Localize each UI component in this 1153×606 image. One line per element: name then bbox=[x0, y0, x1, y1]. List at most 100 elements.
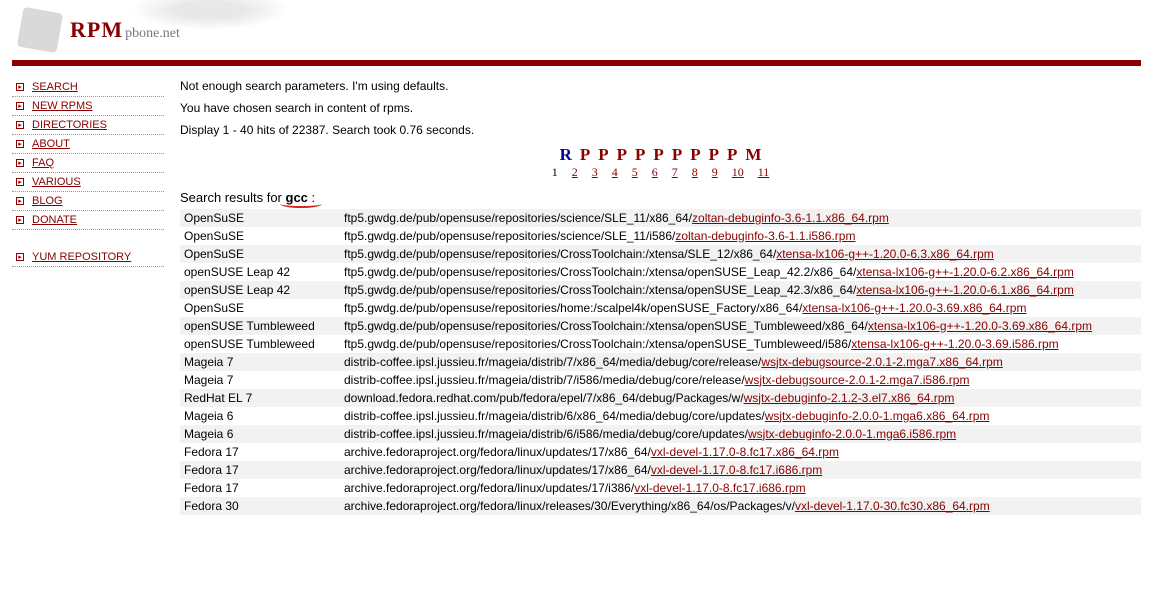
path-cell: ftp5.gwdg.de/pub/opensuse/repositories/C… bbox=[340, 317, 1141, 335]
sidebar-item-search[interactable]: ▸SEARCH bbox=[12, 78, 164, 97]
nav-bullet-icon: ▸ bbox=[16, 216, 24, 224]
rpm-link[interactable]: wsjtx-debuginfo-2.1.2-3.el7.x86_64.rpm bbox=[744, 391, 955, 405]
pager-letter: P bbox=[613, 145, 631, 164]
path-cell: archive.fedoraproject.org/fedora/linux/r… bbox=[340, 497, 1141, 515]
rpm-link[interactable]: wsjtx-debugsource-2.0.1-2.mga7.i586.rpm bbox=[745, 373, 970, 387]
search-title: Search results for gcc : bbox=[180, 190, 1141, 205]
distro-cell: openSUSE Leap 42 bbox=[180, 281, 340, 299]
rpm-link[interactable]: wsjtx-debuginfo-2.0.0-1.mga6.x86_64.rpm bbox=[765, 409, 990, 423]
rpm-link[interactable]: zoltan-debuginfo-3.6-1.1.x86_64.rpm bbox=[692, 211, 889, 225]
pager-letter: P bbox=[723, 145, 741, 164]
distro-cell: openSUSE Leap 42 bbox=[180, 263, 340, 281]
rpm-link[interactable]: xtensa-lx106-g++-1.20.0-3.69.i586.rpm bbox=[851, 337, 1058, 351]
rpm-link[interactable]: wsjtx-debuginfo-2.0.0-1.mga6.i586.rpm bbox=[748, 427, 956, 441]
table-row: openSUSE Leap 42ftp5.gwdg.de/pub/opensus… bbox=[180, 263, 1141, 281]
nav-link[interactable]: FAQ bbox=[32, 157, 54, 169]
pager-letter: P bbox=[576, 145, 594, 164]
sidebar-item-faq[interactable]: ▸FAQ bbox=[12, 154, 164, 173]
path-cell: distrib-coffee.ipsl.jussieu.fr/mageia/di… bbox=[340, 407, 1141, 425]
msg-chosen: You have chosen search in content of rpm… bbox=[180, 100, 1141, 116]
table-row: Fedora 17archive.fedoraproject.org/fedor… bbox=[180, 443, 1141, 461]
rpm-link[interactable]: xtensa-lx106-g++-1.20.0-6.3.x86_64.rpm bbox=[776, 247, 993, 261]
sidebar-item-new-rpms[interactable]: ▸ NEW RPMS bbox=[12, 97, 164, 116]
nav-link[interactable]: NEW RPMS bbox=[32, 100, 93, 112]
pager-page-5[interactable]: 5 bbox=[625, 165, 645, 179]
msg-defaults: Not enough search parameters. I'm using … bbox=[180, 78, 1141, 94]
path-cell: ftp5.gwdg.de/pub/opensuse/repositories/h… bbox=[340, 299, 1141, 317]
path-cell: ftp5.gwdg.de/pub/opensuse/repositories/C… bbox=[340, 263, 1141, 281]
rpm-link[interactable]: vxl-devel-1.17.0-30.fc30.x86_64.rpm bbox=[795, 499, 990, 513]
nav-link[interactable]: YUM REPOSITORY bbox=[32, 251, 131, 263]
path-cell: distrib-coffee.ipsl.jussieu.fr/mageia/di… bbox=[340, 425, 1141, 443]
sidebar-item-yum-repository[interactable]: ▸ YUM REPOSITORY bbox=[12, 248, 164, 267]
nav-bullet-icon: ▸ bbox=[16, 253, 24, 261]
path-cell: distrib-coffee.ipsl.jussieu.fr/mageia/di… bbox=[340, 353, 1141, 371]
rpm-link[interactable]: vxl-devel-1.17.0-8.fc17.x86_64.rpm bbox=[651, 445, 839, 459]
header: RPM pbone.net bbox=[0, 0, 1153, 60]
results-table: OpenSuSEftp5.gwdg.de/pub/opensuse/reposi… bbox=[180, 209, 1141, 515]
path-cell: download.fedora.redhat.com/pub/fedora/ep… bbox=[340, 389, 1141, 407]
distro-cell: Mageia 6 bbox=[180, 407, 340, 425]
distro-cell: OpenSuSE bbox=[180, 227, 340, 245]
sidebar-item-various[interactable]: ▸ VARIOUS bbox=[12, 173, 164, 192]
sidebar-item-donate[interactable]: ▸ DONATE bbox=[12, 211, 164, 230]
nav-link[interactable]: VARIOUS bbox=[32, 176, 81, 188]
distro-cell: Fedora 17 bbox=[180, 443, 340, 461]
pager-page-4[interactable]: 4 bbox=[605, 165, 625, 179]
msg-display: Display 1 - 40 hits of 22387. Search too… bbox=[180, 122, 1141, 138]
rpm-link[interactable]: vxl-devel-1.17.0-8.fc17.i686.rpm bbox=[651, 463, 822, 477]
sidebar-item-about[interactable]: ▸ ABOUT bbox=[12, 135, 164, 154]
path-cell: ftp5.gwdg.de/pub/opensuse/repositories/C… bbox=[340, 245, 1141, 263]
pager-letter: R bbox=[556, 145, 576, 164]
pager-letter: P bbox=[631, 145, 649, 164]
path-cell: archive.fedoraproject.org/fedora/linux/u… bbox=[340, 479, 1141, 497]
rpm-link[interactable]: xtensa-lx106-g++-1.20.0-3.69.x86_64.rpm bbox=[868, 319, 1092, 333]
table-row: OpenSuSEftp5.gwdg.de/pub/opensuse/reposi… bbox=[180, 299, 1141, 317]
search-prefix: Search results for bbox=[180, 190, 286, 205]
pager-page-8[interactable]: 8 bbox=[685, 165, 705, 179]
path-cell: ftp5.gwdg.de/pub/opensuse/repositories/s… bbox=[340, 227, 1141, 245]
rpm-link[interactable]: xtensa-lx106-g++-1.20.0-6.1.x86_64.rpm bbox=[856, 283, 1073, 297]
path-cell: distrib-coffee.ipsl.jussieu.fr/mageia/di… bbox=[340, 371, 1141, 389]
distro-cell: openSUSE Tumbleweed bbox=[180, 317, 340, 335]
pager-letter: P bbox=[594, 145, 612, 164]
sidebar-item-blog[interactable]: ▸ BLOG bbox=[12, 192, 164, 211]
nav-bullet-icon: ▸ bbox=[16, 102, 24, 110]
rpm-link[interactable]: xtensa-lx106-g++-1.20.0-6.2.x86_64.rpm bbox=[856, 265, 1073, 279]
pager-letter: P bbox=[705, 145, 723, 164]
nav-link[interactable]: SEARCH bbox=[32, 81, 78, 93]
pager-page-9[interactable]: 9 bbox=[705, 165, 725, 179]
distro-cell: Mageia 6 bbox=[180, 425, 340, 443]
table-row: OpenSuSEftp5.gwdg.de/pub/opensuse/reposi… bbox=[180, 227, 1141, 245]
pager-page-2[interactable]: 2 bbox=[565, 165, 585, 179]
table-row: Mageia 7distrib-coffee.ipsl.jussieu.fr/m… bbox=[180, 371, 1141, 389]
rpm-link[interactable]: zoltan-debuginfo-3.6-1.1.i586.rpm bbox=[675, 229, 855, 243]
distro-cell: RedHat EL 7 bbox=[180, 389, 340, 407]
pager-page-6[interactable]: 6 bbox=[645, 165, 665, 179]
rpm-link[interactable]: wsjtx-debugsource-2.0.1-2.mga7.x86_64.rp… bbox=[761, 355, 1002, 369]
rpm-link[interactable]: vxl-devel-1.17.0-8.fc17.i686.rpm bbox=[634, 481, 805, 495]
table-row: OpenSuSEftp5.gwdg.de/pub/opensuse/reposi… bbox=[180, 245, 1141, 263]
pager-page-10[interactable]: 10 bbox=[725, 165, 751, 179]
table-row: openSUSE Tumbleweedftp5.gwdg.de/pub/open… bbox=[180, 317, 1141, 335]
table-row: Fedora 17archive.fedoraproject.org/fedor… bbox=[180, 461, 1141, 479]
nav-link[interactable]: DONATE bbox=[32, 214, 77, 226]
nav-link[interactable]: DIRECTORIES bbox=[32, 119, 107, 131]
nav-bullet-icon: ▸ bbox=[16, 140, 24, 148]
nav-link[interactable]: ABOUT bbox=[32, 138, 70, 150]
rpm-link[interactable]: xtensa-lx106-g++-1.20.0-3.69.x86_64.rpm bbox=[802, 301, 1026, 315]
sidebar-item-directories[interactable]: ▸DIRECTORIES bbox=[12, 116, 164, 135]
nav-link[interactable]: BLOG bbox=[32, 195, 63, 207]
pager-page-3[interactable]: 3 bbox=[585, 165, 605, 179]
pager-page-7[interactable]: 7 bbox=[665, 165, 685, 179]
nav-bullet-icon: ▸ bbox=[16, 197, 24, 205]
logo-cube-icon bbox=[17, 7, 63, 53]
distro-cell: Fedora 30 bbox=[180, 497, 340, 515]
distro-cell: Mageia 7 bbox=[180, 371, 340, 389]
nav-bullet-icon: ▸ bbox=[16, 178, 24, 186]
table-row: Mageia 6distrib-coffee.ipsl.jussieu.fr/m… bbox=[180, 425, 1141, 443]
path-cell: archive.fedoraproject.org/fedora/linux/u… bbox=[340, 443, 1141, 461]
path-cell: ftp5.gwdg.de/pub/opensuse/repositories/s… bbox=[340, 209, 1141, 227]
pager-page-11[interactable]: 11 bbox=[751, 165, 777, 179]
logo-sub-text: pbone.net bbox=[125, 26, 180, 42]
